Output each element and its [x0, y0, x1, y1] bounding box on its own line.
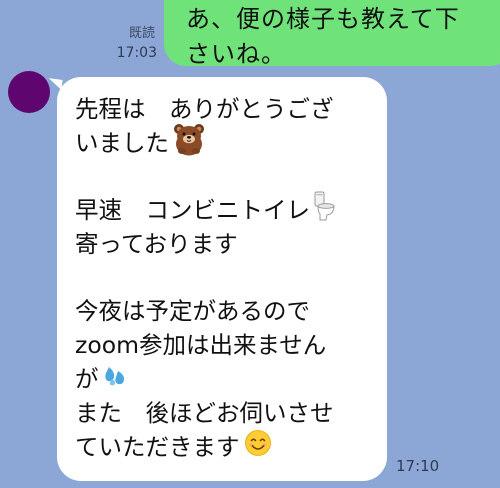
received-message-line-text: 今夜は予定があるので — [75, 297, 310, 325]
received-message-blank-line — [75, 261, 377, 294]
received-message-line-text: 早速 コンビニトイレ — [75, 196, 310, 224]
sent-message-bubble[interactable]: あ、便の様子も教えて下 さいね。 — [164, 0, 500, 68]
received-message-line: 先程は ありがとうござ — [75, 92, 377, 126]
sent-message-line-1: あ、便の様子も教えて下 — [186, 5, 460, 33]
received-message-line-text: 寄っております — [75, 230, 238, 258]
toilet-icon — [314, 191, 336, 230]
read-status: 既読 — [128, 26, 155, 41]
received-message-line-text: いました — [75, 129, 169, 157]
received-message-line: 早速 コンビニトイレ — [75, 191, 377, 230]
sent-message-line-2: さいね。 — [186, 40, 286, 68]
received-message-line: zoom参加は出来ません — [75, 328, 377, 362]
received-message-line: 今夜は予定があるので — [75, 294, 377, 328]
received-message-blank-line — [75, 160, 377, 193]
received-message-line: また 後ほどお伺いさせ — [75, 396, 377, 430]
avatar[interactable] — [8, 71, 50, 113]
sweat-droplets-icon — [103, 362, 129, 396]
received-message-line: が — [75, 362, 377, 396]
sent-message-time: 17:03 — [116, 45, 157, 61]
smiling-face-icon — [244, 429, 272, 466]
received-message-line: いました — [75, 123, 377, 160]
received-message-line-text: ていただきます — [75, 433, 240, 461]
received-message-bubble[interactable]: 先程は ありがとうござ いました 早速 コンビニトイレ 寄っております 今夜は予… — [57, 77, 387, 481]
received-message-line-text: が — [75, 365, 99, 393]
received-message-line: ていただきます — [75, 429, 377, 466]
received-message-line-text: zoom参加は出来ません — [75, 331, 327, 359]
bear-sticker-icon — [173, 122, 205, 165]
received-message-time: 17:10 — [396, 457, 440, 475]
chat-view: あ、便の様子も教えて下 さいね。 既読 17:03 先程は ありがとうござ いま… — [0, 0, 500, 488]
received-message-line-text: また 後ほどお伺いさせ — [75, 399, 334, 427]
received-message-line: 寄っております — [75, 227, 377, 261]
